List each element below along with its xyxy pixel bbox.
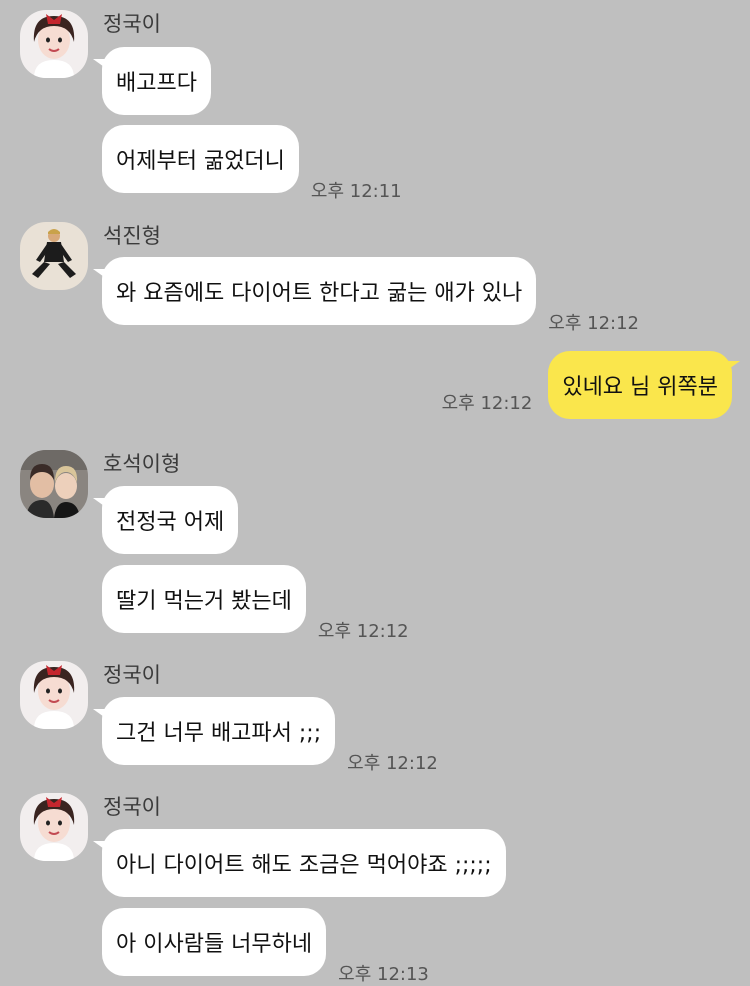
message-row: 전정국 어제 xyxy=(92,486,239,554)
sender-name: 석진형 xyxy=(103,224,161,248)
my-message-bubble[interactable]: 있네요 님 위쪽분 xyxy=(548,351,740,419)
message-row: 그건 너무 배고파서 ;;; 오후 12:12 xyxy=(92,697,438,774)
message-row: 오후 12:12 있네요 님 위쪽분 xyxy=(441,351,740,419)
message-row: 어제부터 굶었더니 오후 12:11 xyxy=(102,125,402,202)
two-people-selfie-avatar-icon[interactable] xyxy=(20,450,88,518)
message-timestamp: 오후 12:13 xyxy=(338,964,429,985)
girl-profile-avatar-icon[interactable] xyxy=(20,661,88,729)
girl-profile-avatar-icon[interactable] xyxy=(20,793,88,861)
message-row: 딸기 먹는거 봤는데 오후 12:12 xyxy=(102,565,409,642)
message-row: 와 요즘에도 다이어트 한다고 굶는 애가 있나 오후 12:12 xyxy=(92,257,639,334)
message-timestamp: 오후 12:12 xyxy=(317,621,409,642)
message-bubble[interactable]: 와 요즘에도 다이어트 한다고 굶는 애가 있나 xyxy=(92,257,537,325)
girl-profile-avatar-icon[interactable] xyxy=(20,10,88,78)
man-sitting-avatar-icon[interactable] xyxy=(20,222,88,290)
message-bubble[interactable]: 그건 너무 배고파서 ;;; xyxy=(92,697,336,765)
message-bubble[interactable]: 어제부터 굶었더니 xyxy=(102,125,299,193)
message-row: 아니 다이어트 해도 조금은 먹어야죠 ;;;;; xyxy=(93,829,506,897)
message-timestamp: 오후 12:11 xyxy=(310,181,402,202)
message-timestamp: 오후 12:12 xyxy=(441,393,533,414)
message-row: 배고프다 xyxy=(93,47,211,115)
message-bubble[interactable]: 전정국 어제 xyxy=(92,486,239,554)
message-bubble[interactable]: 아니 다이어트 해도 조금은 먹어야죠 ;;;;; xyxy=(93,829,506,897)
message-timestamp: 오후 12:12 xyxy=(347,753,438,774)
message-timestamp: 오후 12:12 xyxy=(548,313,639,334)
sender-name: 정국이 xyxy=(103,663,161,687)
sender-name: 호석이형 xyxy=(103,452,181,476)
sender-name: 정국이 xyxy=(103,795,161,819)
chat-room: 정국이 배고프다 어제부터 굶었더니 오후 12:11 석진형 와 요즘에도 다… xyxy=(0,0,750,986)
message-bubble[interactable]: 딸기 먹는거 봤는데 xyxy=(102,565,306,633)
message-row: 아 이사람들 너무하네 오후 12:13 xyxy=(102,908,429,985)
message-bubble[interactable]: 배고프다 xyxy=(93,47,211,115)
sender-name: 정국이 xyxy=(103,12,161,36)
message-bubble[interactable]: 아 이사람들 너무하네 xyxy=(102,908,327,976)
